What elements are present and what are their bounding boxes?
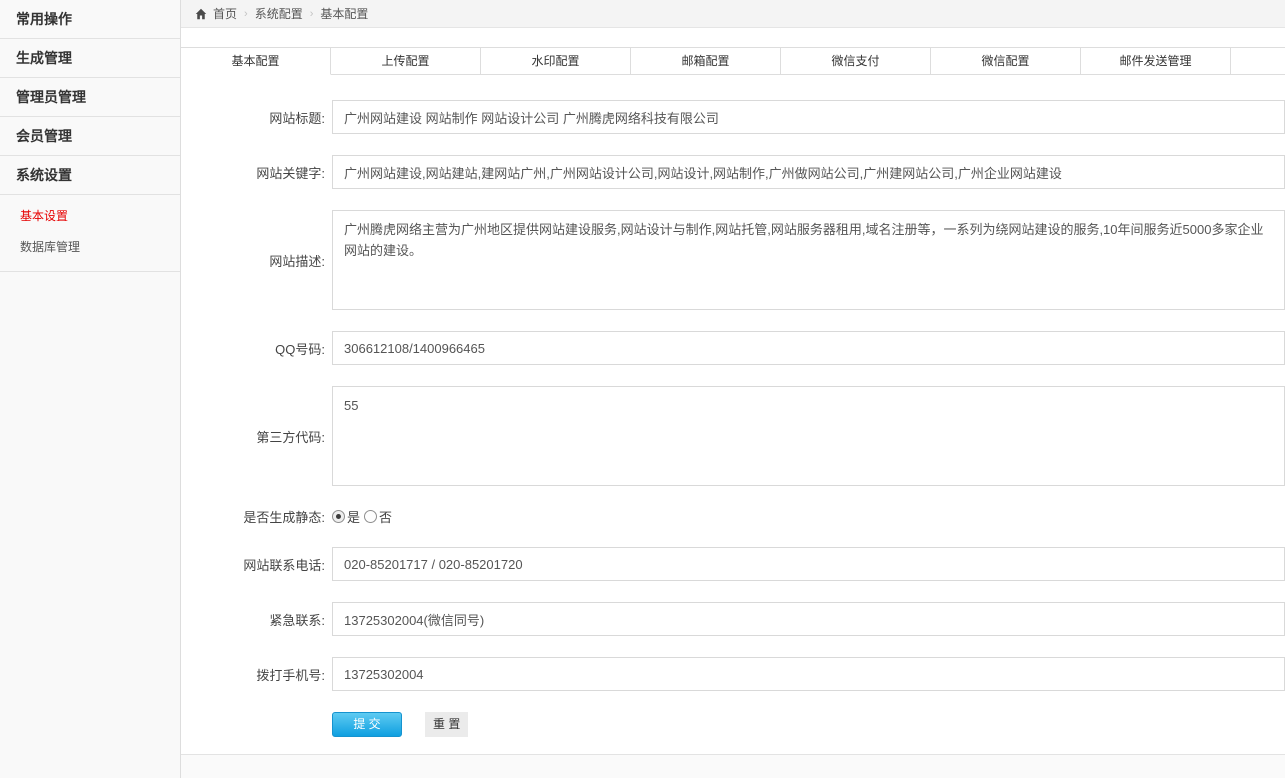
home-icon (195, 8, 207, 20)
tab-mail-send-manage[interactable]: 邮件发送管理 (1081, 47, 1231, 75)
breadcrumb-separator: › (244, 8, 248, 20)
breadcrumb-item-basic-config: 基本配置 (320, 5, 368, 22)
qq-number-label: QQ号码: (181, 339, 325, 358)
contact-phone-row: 网站联系电话: (181, 547, 1285, 581)
third-party-code-textarea[interactable]: 55 (332, 386, 1285, 486)
radio-checked-icon[interactable] (332, 510, 345, 523)
tab-wechat-config[interactable]: 微信配置 (931, 47, 1081, 75)
sidebar-submenu: 基本设置 数据库管理 (0, 195, 180, 272)
site-title-input[interactable] (332, 100, 1285, 134)
mobile-number-row: 拨打手机号: (181, 657, 1285, 691)
site-description-textarea[interactable]: 广州腾虎网络主营为广州地区提供网站建设服务,网站设计与制作,网站托管,网站服务器… (332, 210, 1285, 310)
tab-bar-filler (1231, 47, 1285, 75)
emergency-contact-input[interactable] (332, 602, 1285, 636)
tab-bar: 基本配置 上传配置 水印配置 邮箱配置 微信支付 微信配置 邮件发送管理 (181, 28, 1285, 75)
sidebar-group-system[interactable]: 系统设置 (0, 156, 180, 195)
generate-static-row: 是否生成静态: 是 否 (181, 507, 1285, 526)
sidebar-group-member[interactable]: 会员管理 (0, 117, 180, 156)
sidebar-group-common-ops[interactable]: 常用操作 (0, 0, 180, 39)
breadcrumb-item-system-config[interactable]: 系统配置 (255, 5, 303, 22)
generate-static-option-yes[interactable]: 是 (332, 507, 360, 526)
tab-wechat-pay[interactable]: 微信支付 (781, 47, 931, 75)
site-keywords-label: 网站关键字: (181, 163, 325, 182)
emergency-contact-row: 紧急联系: (181, 602, 1285, 636)
basic-config-form: 网站标题: 网站关键字: 网站描述: 广州腾虎网络主营为广州地区提供网站建设服务… (181, 100, 1285, 737)
qq-number-row: QQ号码: (181, 331, 1285, 365)
main-area: 首页 › 系统配置 › 基本配置 基本配置 上传配置 水印配置 邮箱配置 微信支… (181, 0, 1285, 778)
generate-static-label: 是否生成静态: (181, 507, 325, 526)
form-actions: 提 交 重 置 (332, 712, 1285, 737)
sidebar-item-basic-settings[interactable]: 基本设置 (0, 201, 180, 232)
emergency-contact-label: 紧急联系: (181, 610, 325, 629)
mobile-number-input[interactable] (332, 657, 1285, 691)
content-panel: 基本配置 上传配置 水印配置 邮箱配置 微信支付 微信配置 邮件发送管理 网站标… (181, 28, 1285, 755)
sidebar: 常用操作 生成管理 管理员管理 会员管理 系统设置 基本设置 数据库管理 (0, 0, 181, 778)
radio-unchecked-icon[interactable] (364, 510, 377, 523)
tab-mailbox-config[interactable]: 邮箱配置 (631, 47, 781, 75)
tab-basic-config[interactable]: 基本配置 (181, 47, 331, 75)
site-title-label: 网站标题: (181, 108, 325, 127)
radio-no-label: 否 (379, 507, 392, 526)
site-description-label: 网站描述: (181, 251, 325, 270)
site-keywords-row: 网站关键字: (181, 155, 1285, 189)
qq-number-input[interactable] (332, 331, 1285, 365)
contact-phone-label: 网站联系电话: (181, 555, 325, 574)
breadcrumb: 首页 › 系统配置 › 基本配置 (181, 0, 1285, 28)
contact-phone-input[interactable] (332, 547, 1285, 581)
tab-watermark-config[interactable]: 水印配置 (481, 47, 631, 75)
submit-button[interactable]: 提 交 (332, 712, 402, 737)
third-party-code-row: 第三方代码: 55 (181, 386, 1285, 486)
site-description-row: 网站描述: 广州腾虎网络主营为广州地区提供网站建设服务,网站设计与制作,网站托管… (181, 210, 1285, 310)
site-keywords-input[interactable] (332, 155, 1285, 189)
site-title-row: 网站标题: (181, 100, 1285, 134)
tab-upload-config[interactable]: 上传配置 (331, 47, 481, 75)
reset-button[interactable]: 重 置 (425, 712, 468, 737)
generate-static-option-no[interactable]: 否 (364, 507, 392, 526)
sidebar-item-database[interactable]: 数据库管理 (0, 232, 180, 263)
breadcrumb-item-home[interactable]: 首页 (213, 5, 237, 22)
mobile-number-label: 拨打手机号: (181, 665, 325, 684)
radio-yes-label: 是 (347, 507, 360, 526)
sidebar-group-admin[interactable]: 管理员管理 (0, 78, 180, 117)
sidebar-group-generate[interactable]: 生成管理 (0, 39, 180, 78)
third-party-code-label: 第三方代码: (181, 427, 325, 446)
breadcrumb-separator: › (310, 8, 314, 20)
generate-static-radio-group: 是 否 (332, 507, 392, 526)
